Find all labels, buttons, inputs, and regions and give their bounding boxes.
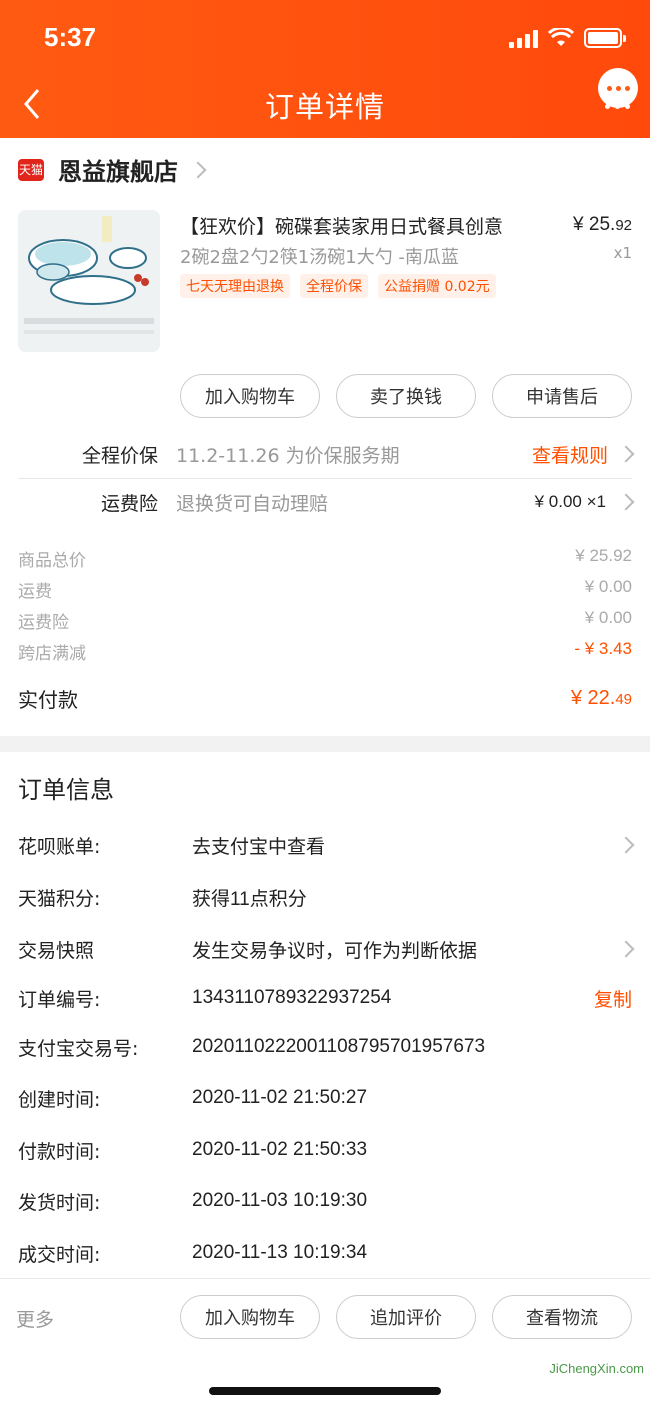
add-to-cart-button[interactable]: 加入购物车 xyxy=(180,1295,320,1339)
wifi-icon xyxy=(548,28,574,46)
add-to-cart-button[interactable]: 加入购物车 xyxy=(180,374,320,418)
info-row-huabei[interactable]: 花呗账单: 去支付宝中查看 xyxy=(18,830,635,860)
info-row-paid: 付款时间: 2020-11-02 21:50:33 xyxy=(18,1135,632,1165)
chevron-right-icon xyxy=(617,940,635,958)
chevron-right-icon xyxy=(189,161,207,178)
summary-label: 运费险 xyxy=(18,613,69,633)
info-value: 2020-11-13 10:19:34 xyxy=(192,1242,368,1263)
summary-row: 运费险 ¥ 0.00 xyxy=(18,608,632,633)
info-value: 2020-11-03 10:19:30 xyxy=(192,1190,368,1211)
shipping-insurance-row[interactable]: 运费险 退换货可自动理赔 ¥ 0.00 ×1 xyxy=(18,478,635,526)
paid-row: 实付款 ¥ 22.49 xyxy=(18,684,632,713)
tmall-logo: 天猫 xyxy=(18,158,44,181)
info-value: 1343110789322937254 xyxy=(192,987,392,1008)
info-row-snapshot[interactable]: 交易快照 发生交易争议时，可作为判断依据 xyxy=(18,934,635,964)
home-indicator[interactable] xyxy=(209,1387,441,1395)
info-label: 交易快照 xyxy=(18,939,95,962)
paid-amount: ¥ 22.49 xyxy=(570,687,632,709)
paid-label: 实付款 xyxy=(18,688,78,712)
chevron-right-icon xyxy=(617,836,635,854)
order-card: 天猫 恩益旗舰店 【狂欢价】碗碟套装家用日式餐具创意 2碗2盘2勺2筷1汤碗1大… xyxy=(0,138,650,736)
shipping-insurance-value: ¥ 0.00 ×1 xyxy=(534,492,606,511)
order-info-section: 订单信息 花呗账单: 去支付宝中查看 天猫积分: 获得11点积分 交易快照 发生… xyxy=(0,752,650,1278)
info-row-order-id: 订单编号: 1343110789322937254 复制 xyxy=(18,983,632,1013)
info-row-points: 天猫积分: 获得11点积分 xyxy=(18,882,632,912)
info-label: 成交时间: xyxy=(18,1243,101,1266)
summary-row: 跨店满减 - ¥ 3.43 xyxy=(18,639,632,664)
chevron-right-icon xyxy=(617,445,635,463)
summary-value: ¥ 0.00 xyxy=(584,608,632,627)
summary-label: 跨店满减 xyxy=(18,644,86,664)
status-time: 5:37 xyxy=(44,22,97,52)
bottom-actions: 加入购物车 追加评价 查看物流 xyxy=(180,1295,632,1339)
info-label: 创建时间: xyxy=(18,1088,101,1111)
more-dots-icon[interactable] xyxy=(605,104,630,109)
chevron-right-icon xyxy=(617,493,635,511)
info-value: 获得11点积分 xyxy=(192,888,307,910)
tag-charity: 公益捐赠 0.02元 xyxy=(378,274,496,298)
summary-value: ¥ 25.92 xyxy=(575,546,632,565)
more-button[interactable]: 更多 xyxy=(16,1305,54,1332)
tag-7day-return: 七天无理由退换 xyxy=(180,274,290,298)
summary-label: 商品总价 xyxy=(18,551,86,571)
info-label: 付款时间: xyxy=(18,1140,101,1163)
shop-row[interactable]: 天猫 恩益旗舰店 xyxy=(18,152,207,187)
product-price: ¥ 25.92 xyxy=(573,214,632,235)
after-sales-button[interactable]: 申请售后 xyxy=(492,374,632,418)
product-image[interactable] xyxy=(18,210,160,352)
summary-value: ¥ 0.00 xyxy=(584,577,632,596)
signal-icon xyxy=(509,28,538,48)
product-title[interactable]: 【狂欢价】碗碟套装家用日式餐具创意 xyxy=(180,212,503,239)
message-icon[interactable] xyxy=(598,68,638,108)
info-label: 支付宝交易号: xyxy=(18,1037,139,1060)
summary-row: 运费 ¥ 0.00 xyxy=(18,577,632,602)
add-review-button[interactable]: 追加评价 xyxy=(336,1295,476,1339)
view-rules-link[interactable]: 查看规则 xyxy=(532,441,608,468)
info-value: 去支付宝中查看 xyxy=(192,836,326,858)
order-info-title: 订单信息 xyxy=(18,776,114,804)
product-sku: 2碗2盘2勺2筷1汤碗1大勺 -南瓜蓝 xyxy=(180,247,459,268)
bottom-action-bar: 更多 加入购物车 追加评价 查看物流 JiChengXin.com xyxy=(0,1278,650,1406)
price-protect-label: 全程价保 xyxy=(81,444,158,467)
info-row-shipped: 发货时间: 2020-11-03 10:19:30 xyxy=(18,1186,632,1216)
price-protect-row[interactable]: 全程价保 11.2-11.26 为价保服务期 查看规则 xyxy=(18,430,635,478)
product-qty: x1 xyxy=(613,244,632,262)
resell-button[interactable]: 卖了换钱 xyxy=(336,374,476,418)
service-tags: 七天无理由退换 全程价保 公益捐赠 0.02元 xyxy=(180,274,496,298)
battery-icon xyxy=(584,28,626,48)
header-bar: 5:37 订单详情 xyxy=(0,0,650,138)
summary-value: - ¥ 3.43 xyxy=(574,639,632,658)
product-actions: 加入购物车 卖了换钱 申请售后 xyxy=(180,374,632,418)
info-label: 订单编号: xyxy=(18,988,101,1011)
page-title: 订单详情 xyxy=(264,90,385,124)
watermark: JiChengXin.com xyxy=(549,1361,644,1376)
info-value: 2020-11-02 21:50:33 xyxy=(192,1139,368,1160)
view-logistics-button[interactable]: 查看物流 xyxy=(492,1295,632,1339)
info-row-created: 创建时间: 2020-11-02 21:50:27 xyxy=(18,1083,632,1113)
shipping-insurance-desc: 退换货可自动理赔 xyxy=(176,492,329,515)
info-label: 发货时间: xyxy=(18,1191,101,1214)
info-row-alipay-id: 支付宝交易号: 2020110222001108795701957673 xyxy=(18,1032,632,1062)
shipping-insurance-label: 运费险 xyxy=(100,492,158,515)
shop-name[interactable]: 恩益旗舰店 xyxy=(58,152,178,187)
info-label: 花呗账单: xyxy=(18,835,101,858)
status-icons xyxy=(509,28,626,48)
info-value: 2020-11-02 21:50:27 xyxy=(192,1087,368,1108)
summary-label: 运费 xyxy=(18,582,52,602)
price-protect-desc: 11.2-11.26 为价保服务期 xyxy=(176,444,400,467)
info-value: 2020110222001108795701957673 xyxy=(192,1036,486,1057)
info-row-completed: 成交时间: 2020-11-13 10:19:34 xyxy=(18,1238,632,1268)
summary-row: 商品总价 ¥ 25.92 xyxy=(18,546,632,571)
info-value: 发生交易争议时，可作为判断依据 xyxy=(192,940,478,962)
info-label: 天猫积分: xyxy=(18,887,101,910)
copy-button[interactable]: 复制 xyxy=(594,985,632,1012)
tag-price-protect: 全程价保 xyxy=(300,274,368,298)
